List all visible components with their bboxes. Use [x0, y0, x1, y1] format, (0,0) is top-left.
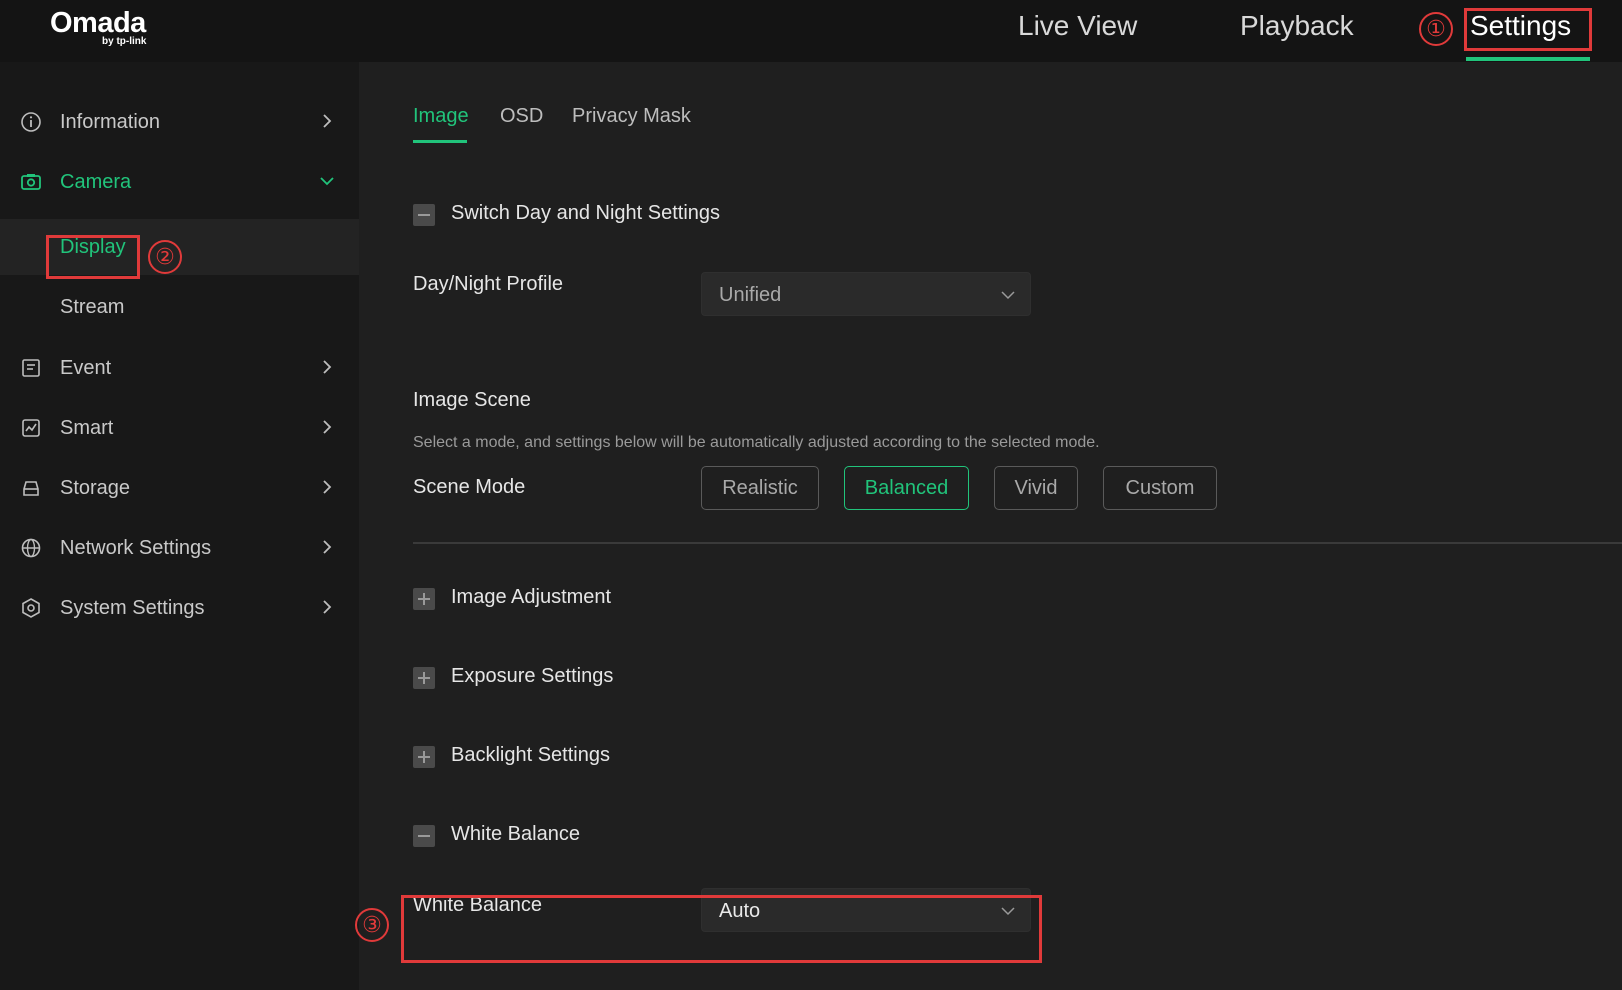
omada-logo[interactable]: Omada by tp-link [50, 7, 146, 47]
sidebar-subitem-label: Stream [60, 296, 125, 318]
sidebar-item-label: Storage [60, 477, 131, 499]
logo-text: Omada [50, 7, 146, 39]
section-title: White Balance [451, 823, 580, 845]
nav-live-view[interactable]: Live View [1018, 10, 1137, 42]
expand-icon[interactable] [413, 746, 435, 768]
expand-icon[interactable] [413, 667, 435, 689]
logo-subtext: by tp-link [102, 36, 147, 47]
sidebar-item-storage[interactable]: Storage [0, 464, 359, 514]
select-value: Unified [719, 284, 782, 306]
tab-active-underline [413, 140, 467, 143]
sidebar-item-label: Network Settings [60, 537, 212, 559]
chevron-right-icon [323, 480, 332, 494]
chevron-right-icon [323, 420, 332, 434]
nav-active-underline [1466, 57, 1590, 61]
sidebar-item-information[interactable]: Information [0, 98, 359, 148]
chevron-right-icon [323, 360, 332, 374]
system-settings-icon [22, 598, 40, 618]
scene-mode-vivid-button[interactable]: Vivid [994, 466, 1078, 510]
sidebar-item-label: System Settings [60, 597, 205, 619]
sidebar-item-event[interactable]: Event [0, 344, 359, 394]
image-scene-title: Image Scene [413, 389, 531, 411]
chevron-right-icon [323, 114, 332, 128]
annotation-step-1: ① [1419, 12, 1453, 46]
sidebar-item-label: Smart [60, 417, 114, 439]
sidebar-item-label: Event [60, 357, 112, 379]
tab-privacy-mask[interactable]: Privacy Mask [572, 105, 691, 128]
sidebar-item-label: Information [60, 111, 161, 133]
section-title: Image Adjustment [451, 586, 612, 608]
smart-icon [22, 419, 40, 437]
section-title: Exposure Settings [451, 665, 614, 687]
sidebar-item-camera[interactable]: Camera [0, 158, 359, 208]
sidebar-item-smart[interactable]: Smart [0, 404, 359, 454]
top-bar: Omada by tp-link Live View Playback Sett… [0, 0, 1622, 62]
nav-playback[interactable]: Playback [1240, 10, 1354, 42]
day-night-profile-label: Day/Night Profile [413, 273, 564, 295]
annotation-step-3: ③ [355, 908, 389, 942]
storage-icon [23, 481, 39, 496]
chevron-right-icon [323, 600, 332, 614]
annotation-highlight-settings [1464, 8, 1592, 51]
globe-icon [21, 538, 41, 558]
sidebar-item-network-settings[interactable]: Network Settings [0, 524, 359, 574]
scene-mode-balanced-button[interactable]: Balanced [844, 466, 969, 510]
sidebar-item-label: Camera [60, 171, 132, 193]
chevron-right-icon [323, 540, 332, 554]
scene-mode-realistic-button[interactable]: Realistic [701, 466, 819, 510]
day-night-profile-select[interactable]: Unified [701, 272, 1031, 316]
tab-osd[interactable]: OSD [500, 105, 543, 128]
camera-icon [21, 174, 41, 190]
divider [413, 542, 1622, 544]
sidebar: Information Camera Display Stream Event … [0, 62, 359, 990]
chevron-down-icon [320, 177, 334, 186]
collapse-icon[interactable] [413, 825, 435, 847]
scene-mode-label: Scene Mode [413, 476, 526, 498]
main-content: Image OSD Privacy Mask Switch Day and Ni… [359, 62, 1622, 990]
annotation-highlight-white-balance [401, 895, 1042, 963]
section-title: Backlight Settings [451, 744, 610, 766]
annotation-step-2: ② [148, 240, 182, 274]
info-icon [21, 112, 41, 132]
event-icon [22, 359, 40, 377]
image-scene-hint: Select a mode, and settings below will b… [413, 434, 1100, 451]
section-title: Switch Day and Night Settings [451, 202, 721, 224]
chevron-down-icon [1001, 291, 1015, 300]
sidebar-item-system-settings[interactable]: System Settings [0, 584, 359, 634]
annotation-highlight-display [46, 235, 140, 279]
scene-mode-custom-button[interactable]: Custom [1103, 466, 1217, 510]
tab-image[interactable]: Image [413, 105, 469, 128]
expand-icon[interactable] [413, 588, 435, 610]
collapse-icon[interactable] [413, 204, 435, 226]
sidebar-subitem-stream[interactable]: Stream [0, 279, 359, 335]
